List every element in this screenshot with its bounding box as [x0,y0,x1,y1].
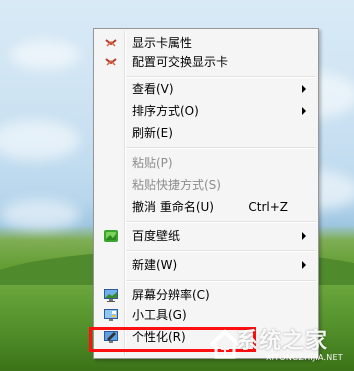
site-watermark: 系统之家 XITONGZHIJIA.NET [208,323,354,365]
menu-item-label: 刷新(E) [132,126,173,140]
menu-item-label: 查看(V) [132,82,174,96]
screen-resolution-icon [104,289,118,302]
menu-item-sort-by[interactable]: 排序方式(O) [96,101,316,121]
watermark-title: 系统之家 [236,329,329,354]
menu-item-label: 配置可交换显示卡 [132,55,229,69]
menu-item-label: 新建(W) [132,258,178,272]
menu-item-label: 排序方式(O) [132,104,199,118]
menu-item-shortcut: Ctrl+Z [248,200,288,214]
graphics-card-icon [105,58,117,66]
menu-item-label: 显示卡属性 [132,36,193,50]
submenu-arrow-icon [302,107,306,115]
menu-item-baidu-wallpaper[interactable]: 百度壁纸 [96,226,316,246]
menu-item-undo-rename[interactable]: 撤消 重命名(U) Ctrl+Z [96,197,316,217]
menu-separator [126,250,316,252]
menu-item-view[interactable]: 查看(V) [96,79,316,99]
menu-item-switchable-graphics[interactable]: 配置可交换显示卡 [96,52,316,72]
menu-item-screen-resolution[interactable]: 屏幕分辨率(C) [96,285,316,305]
submenu-arrow-icon [302,85,306,93]
submenu-arrow-icon [302,261,306,269]
menu-item-paste-shortcut[interactable]: 粘贴快捷方式(S) [96,175,316,195]
submenu-arrow-icon [302,232,306,240]
menu-separator [126,221,316,223]
menu-item-label: 百度壁纸 [132,229,181,243]
menu-item-label: 屏幕分辨率(C) [132,288,210,302]
graphics-card-icon [105,39,117,47]
menu-item-label: 小工具(G) [132,308,187,322]
menu-separator [126,147,316,149]
desktop-context-menu: 显示卡属性 配置可交换显示卡 查看(V) 排序方式(O) 刷新(E) 粘贴(P)… [93,28,319,359]
menu-separator [126,280,316,282]
menu-item-refresh[interactable]: 刷新(E) [96,123,316,143]
menu-item-new[interactable]: 新建(W) [96,255,316,275]
gadgets-icon [104,309,118,321]
menu-item-label: 粘贴(P) [132,156,173,170]
menu-item-gadgets[interactable]: 小工具(G) [96,305,316,325]
menu-item-label: 撤消 重命名(U) [132,200,214,214]
watermark-url: XITONGZHIJIA.NET [266,353,343,362]
baidu-wallpaper-icon [104,230,118,242]
menu-item-graphics-properties[interactable]: 显示卡属性 [96,33,316,53]
menu-item-paste[interactable]: 粘贴(P) [96,153,316,173]
menu-item-label: 粘贴快捷方式(S) [132,178,221,192]
menu-separator [126,76,316,78]
